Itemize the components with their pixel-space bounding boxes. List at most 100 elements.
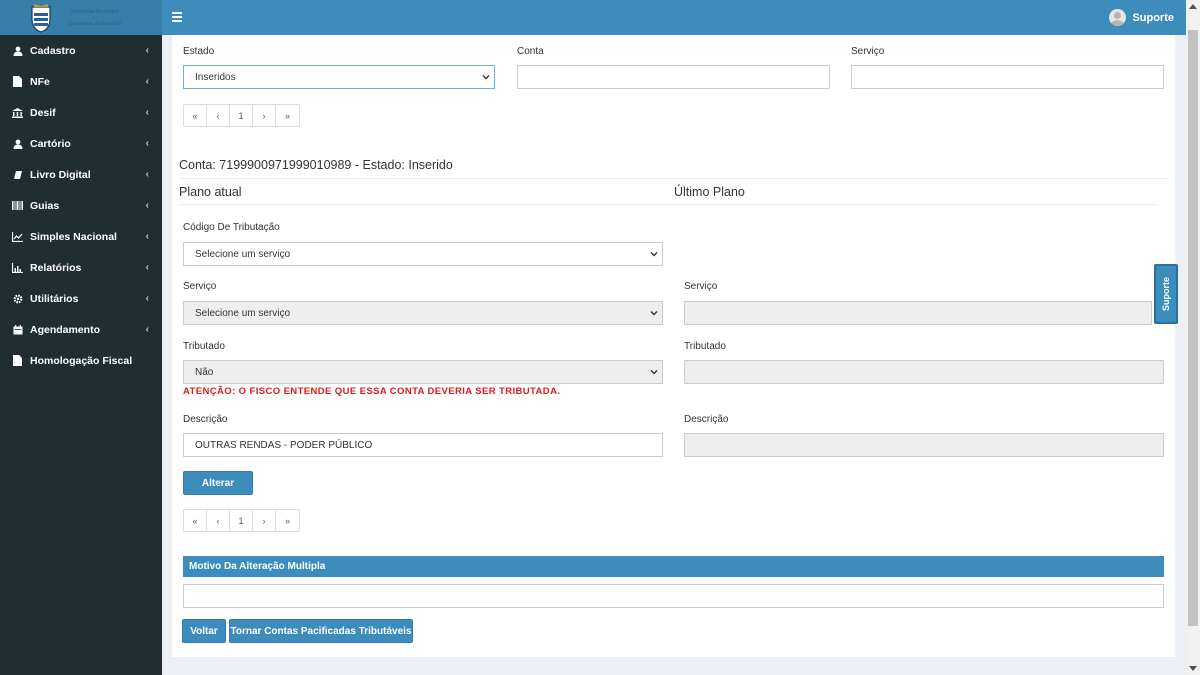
alterar-button[interactable]: Alterar [183, 471, 253, 495]
top-navbar: Suporte [162, 0, 1186, 35]
tributado-ultimo-label: Tributado [684, 341, 726, 352]
main-content: Estado Inseridos Conta Serviço « ‹ 1 › »… [172, 35, 1175, 657]
sidebar-item-label: Livro Digital [30, 168, 91, 181]
servico-select[interactable]: Selecione um serviço [183, 301, 663, 325]
tributado-select-value: Não [195, 366, 214, 378]
descricao-input[interactable]: OUTRAS RENDAS - PODER PÚBLICO [183, 433, 663, 457]
support-side-tab-label: Suporte [1161, 276, 1172, 312]
calendar-icon [12, 324, 23, 335]
estado-label: Estado [183, 46, 215, 57]
book-icon [12, 169, 23, 180]
servico-ultimo-label: Serviço [684, 281, 718, 292]
chevron-down-icon [650, 252, 658, 257]
sidebar-menu: Cadastro ‹ NFe ‹ Desif ‹ Cartório ‹ Livr… [0, 35, 162, 376]
codigo-tributacao-select[interactable]: Selecione um serviço [183, 242, 663, 266]
scrollbar-thumb[interactable] [1188, 30, 1198, 626]
sidebar-item-label: Relatórios [30, 261, 82, 274]
page-number-button[interactable]: 1 [230, 510, 253, 531]
page-prev-button[interactable]: ‹ [207, 105, 230, 126]
chevron-left-icon: ‹ [145, 324, 149, 335]
tornar-contas-tributaveis-button[interactable]: Tornar Contas Pacificadas Tributáveis [229, 619, 413, 643]
bank-icon [12, 107, 23, 118]
sidebar-item-label: Simples Nacional [30, 230, 117, 243]
chevron-down-icon [650, 311, 658, 316]
chevron-left-icon: ‹ [145, 76, 149, 87]
chevron-left-icon: ‹ [145, 231, 149, 242]
sidebar-item-livro-digital[interactable]: Livro Digital ‹ [0, 159, 162, 190]
page-prev-button[interactable]: ‹ [207, 510, 230, 531]
motivo-input[interactable] [183, 584, 1164, 608]
sidebar-item-label: Utilitários [30, 292, 79, 305]
line-chart-icon [12, 231, 23, 242]
barcode-icon [12, 200, 23, 211]
page-next-button[interactable]: › [253, 510, 276, 531]
chevron-down-icon [482, 75, 490, 80]
servico-label: Serviço [183, 281, 217, 292]
tributado-label: Tributado [183, 341, 225, 352]
sidebar-item-homologacao-fiscal[interactable]: Homologação Fiscal [0, 345, 162, 376]
descricao-label: Descrição [183, 414, 228, 425]
sidebar-item-relatorios[interactable]: Relatórios ‹ [0, 252, 162, 283]
scrollbar[interactable] [1186, 0, 1200, 675]
crest-icon [28, 3, 54, 33]
voltar-button[interactable]: Voltar [182, 619, 226, 643]
sidebar-item-label: NFe [30, 75, 50, 88]
user-icon [12, 45, 23, 56]
tributado-select[interactable]: Não [183, 360, 663, 384]
sidebar-item-desif[interactable]: Desif ‹ [0, 97, 162, 128]
account-title: Conta: 7199900971999010989 - Estado: Ins… [179, 158, 453, 172]
descricao-ultimo-label: Descrição [684, 414, 729, 425]
pagination-top: « ‹ 1 › » [183, 104, 300, 127]
sidebar-item-cadastro[interactable]: Cadastro ‹ [0, 35, 162, 66]
chevron-left-icon: ‹ [145, 262, 149, 273]
file-icon [12, 355, 23, 366]
divider [179, 178, 1169, 179]
sidebar-item-guias[interactable]: Guias ‹ [0, 190, 162, 221]
chevron-left-icon: ‹ [145, 45, 149, 56]
codigo-tributacao-value: Selecione um serviço [195, 248, 291, 260]
user-icon [12, 138, 23, 149]
logo[interactable]: Prefeitura Municipal — Secretaria da Faz… [0, 0, 162, 35]
divider [179, 204, 1157, 205]
conta-label: Conta [517, 46, 544, 57]
chevron-left-icon: ‹ [145, 200, 149, 211]
user-menu[interactable]: Suporte [1109, 9, 1174, 26]
user-name: Suporte [1132, 11, 1174, 24]
estado-select[interactable]: Inseridos [183, 65, 495, 89]
sidebar-item-agendamento[interactable]: Agendamento ‹ [0, 314, 162, 345]
conta-input[interactable] [517, 65, 830, 89]
scroll-up-arrow-icon[interactable] [1189, 4, 1197, 9]
sidebar-item-nfe[interactable]: NFe ‹ [0, 66, 162, 97]
sidebar-item-simples-nacional[interactable]: Simples Nacional ‹ [0, 221, 162, 252]
hamburger-menu-icon[interactable] [172, 12, 182, 22]
page-first-button[interactable]: « [184, 105, 207, 126]
sidebar-item-label: Agendamento [30, 323, 101, 336]
descricao-input-value: OUTRAS RENDAS - PODER PÚBLICO [195, 439, 373, 451]
page-number-button[interactable]: 1 [230, 105, 253, 126]
tributado-ultimo-input [684, 360, 1164, 384]
sidebar-item-label: Cartório [30, 137, 71, 150]
logo-line-3: Secretaria da Fazenda [68, 20, 122, 27]
ultimo-plano-heading: Último Plano [674, 185, 745, 199]
chevron-left-icon: ‹ [145, 293, 149, 304]
page-first-button[interactable]: « [184, 510, 207, 531]
servico-ultimo-input [684, 301, 1152, 325]
servico-filter-input[interactable] [851, 65, 1164, 89]
file-icon [12, 76, 23, 87]
sidebar-item-label: Cadastro [30, 44, 76, 57]
codigo-tributacao-label: Código De Tributação [183, 222, 280, 233]
support-side-tab[interactable]: Suporte [1154, 264, 1178, 324]
sidebar-item-label: Guias [30, 199, 60, 212]
page-last-button[interactable]: » [276, 510, 299, 531]
chevron-left-icon: ‹ [145, 107, 149, 118]
estado-select-value: Inseridos [195, 71, 236, 83]
logo-text: Prefeitura Municipal — Secretaria da Faz… [60, 9, 130, 27]
chevron-left-icon: ‹ [145, 169, 149, 180]
sidebar-item-utilitarios[interactable]: Utilitários ‹ [0, 283, 162, 314]
page-next-button[interactable]: › [253, 105, 276, 126]
cog-icon [12, 293, 23, 304]
descricao-ultimo-input [684, 433, 1164, 457]
sidebar-item-cartorio[interactable]: Cartório ‹ [0, 128, 162, 159]
scroll-down-arrow-icon[interactable] [1189, 666, 1197, 671]
page-last-button[interactable]: » [276, 105, 299, 126]
